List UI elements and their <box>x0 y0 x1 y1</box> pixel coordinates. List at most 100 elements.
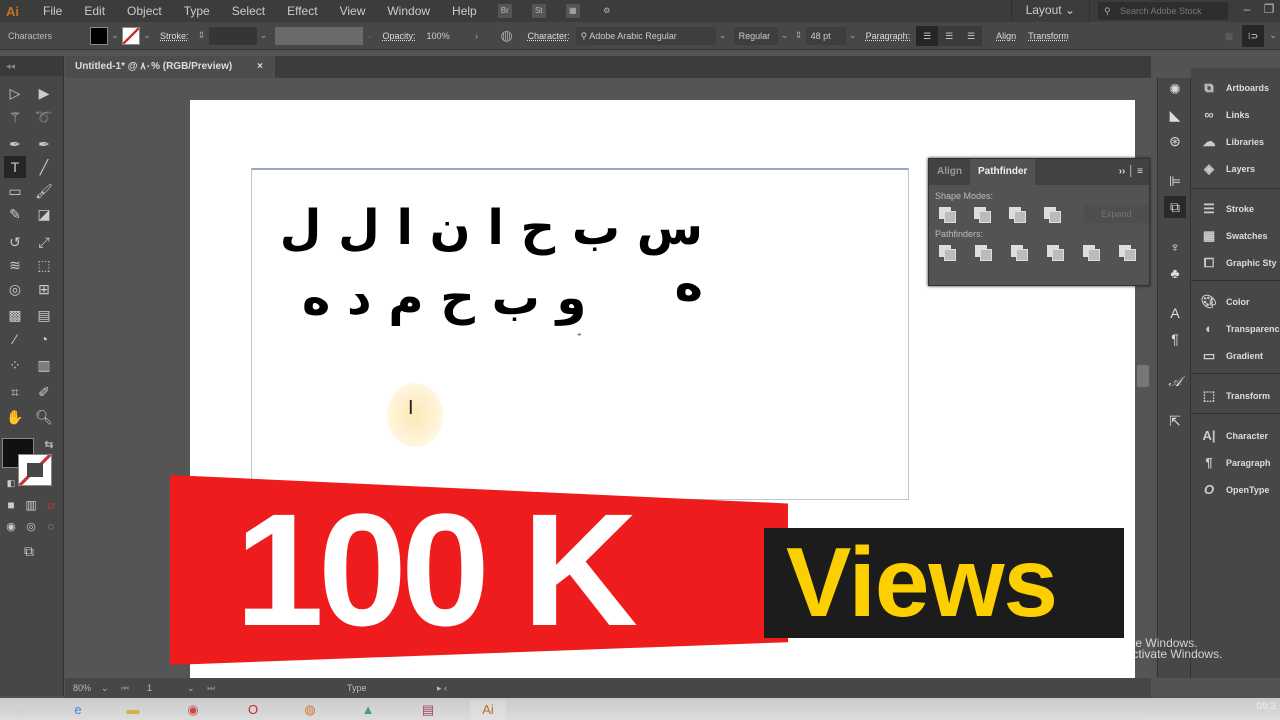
outline-icon[interactable] <box>1081 243 1103 261</box>
artboard-number[interactable]: 1 <box>147 683 187 693</box>
character-styles-icon[interactable]: A <box>1164 302 1186 324</box>
magic-wand-tool-icon[interactable]: ⚚ <box>4 106 26 128</box>
none-mode-icon[interactable]: ⧄ <box>40 494 62 516</box>
panel-swatches[interactable]: ▦ Swatches <box>1199 228 1268 244</box>
glyphs-icon[interactable]: 𝒜 <box>1164 370 1186 392</box>
chrome-icon[interactable]: ◉ <box>175 700 211 720</box>
symbols-icon[interactable]: ◣ <box>1164 104 1186 126</box>
menu-edit[interactable]: Edit <box>73 4 116 18</box>
tab-align[interactable]: Align <box>929 159 970 185</box>
trim-icon[interactable] <box>973 243 995 261</box>
winrar-icon[interactable]: ▤ <box>410 700 446 720</box>
panel-opentype[interactable]: O OpenType <box>1199 482 1269 497</box>
panel-graphic-styles[interactable]: ⧠ Graphic Sty <box>1199 255 1277 271</box>
shaper-tool-icon[interactable]: ✎ <box>4 203 26 225</box>
unite-icon[interactable] <box>937 205 958 223</box>
direct-selection-tool-icon[interactable]: ▶ <box>33 82 55 104</box>
eyedropper-tool-icon[interactable]: ⁄ <box>4 328 26 350</box>
puppet-icon[interactable]: ♆ <box>1164 236 1186 258</box>
current-tool-status[interactable]: Type <box>347 683 437 693</box>
first-artboard-button[interactable]: ⏮ <box>121 683 147 694</box>
gradient-mode-icon[interactable]: ▥ <box>20 494 42 516</box>
expand-button[interactable]: Expand <box>1083 205 1150 223</box>
firefox-icon[interactable]: ◍ <box>292 700 328 720</box>
panel-gradient[interactable]: ▭ Gradient <box>1199 348 1263 364</box>
restore-button[interactable]: ❐ <box>1258 2 1280 20</box>
transform-link[interactable]: Transform <box>1028 31 1069 41</box>
draw-behind-icon[interactable]: ◎ <box>20 516 42 538</box>
type-tool-icon[interactable]: T <box>4 156 26 178</box>
perspective-grid-tool-icon[interactable]: ⊞ <box>33 278 55 300</box>
opacity-label[interactable]: Opacity: <box>383 31 416 41</box>
opacity-arrow[interactable]: › <box>470 31 484 41</box>
minus-back-icon[interactable] <box>1117 243 1139 261</box>
artboard-tool-icon[interactable]: ⌗ <box>4 381 26 403</box>
control-panel-menu-icon[interactable]: ⁝⊃ <box>1242 24 1264 47</box>
brushes-icon[interactable]: ✺ <box>1164 78 1186 100</box>
minimize-button[interactable]: – <box>1236 2 1258 20</box>
panel-layers[interactable]: ◈ Layers <box>1199 161 1255 177</box>
stroke-swatch[interactable] <box>122 26 141 45</box>
document-tab[interactable]: Untitled-1* @ ٨٠% (RGB/Preview) × <box>65 56 275 78</box>
menu-object[interactable]: Object <box>116 4 173 18</box>
menu-file[interactable]: File <box>32 4 73 18</box>
close-tab-icon[interactable]: × <box>257 56 263 78</box>
menu-select[interactable]: Select <box>221 4 276 18</box>
curvature-tool-icon[interactable]: ✒ <box>33 133 55 155</box>
paintbrush-tool-icon[interactable]: 🖌 <box>33 180 55 202</box>
intersect-icon[interactable] <box>1007 205 1028 223</box>
stroke-color-box[interactable] <box>18 454 52 486</box>
arabic-text-line-2[interactable]: و ب ح م د ه <box>302 270 586 326</box>
panel-character[interactable]: A| Character <box>1199 428 1268 443</box>
lasso-tool-icon[interactable]: ➰ <box>33 106 55 128</box>
menu-view[interactable]: View <box>329 4 377 18</box>
appearance-icon[interactable]: ⊛ <box>1164 130 1186 152</box>
draw-inside-icon[interactable]: ◌ <box>40 516 62 538</box>
workspace-switcher[interactable]: Layout ⌄ <box>1010 0 1090 22</box>
crop-icon[interactable] <box>1045 243 1067 261</box>
font-style-select[interactable]: Regular <box>733 26 778 45</box>
align-panel-icon[interactable]: ⊫ <box>1164 170 1186 192</box>
symbol-sprayer-tool-icon[interactable]: ⁘ <box>4 354 26 376</box>
align-right-button[interactable]: ☰ <box>960 25 983 46</box>
font-family-input[interactable]: ⚲ Adobe Arabic Regular <box>575 26 716 45</box>
text-overflow-icon[interactable]: ⌖ <box>577 330 582 340</box>
panel-artboards[interactable]: ⧉ Artboards <box>1199 80 1269 96</box>
font-style-dropdown[interactable]: ⌄ <box>778 30 792 41</box>
app-icon[interactable]: ▲ <box>350 700 386 720</box>
mesh-tool-icon[interactable]: ▩ <box>4 304 26 326</box>
panel-transform[interactable]: ⬚ Transform <box>1199 388 1270 404</box>
start-button-icon[interactable]: ⊛ <box>2 700 38 720</box>
zoom-level[interactable]: 80% <box>73 683 101 693</box>
panel-paragraph[interactable]: ¶ Paragraph <box>1199 455 1270 470</box>
default-fill-stroke-icon[interactable]: ◧ <box>0 472 22 494</box>
menu-type[interactable]: Type <box>173 4 221 18</box>
panel-links[interactable]: ∞ Links <box>1199 107 1249 122</box>
stroke-swatch-dropdown[interactable]: ⌄ <box>140 30 154 41</box>
font-size-input[interactable]: 48 pt <box>805 26 846 45</box>
zoom-tool-icon[interactable]: 🔍︎ <box>33 406 55 428</box>
column-graph-tool-icon[interactable]: ▥ <box>33 354 55 376</box>
rotate-tool-icon[interactable]: ↺ <box>4 231 26 253</box>
menu-window[interactable]: Window <box>376 4 441 18</box>
fill-swatch[interactable] <box>90 26 109 45</box>
align-left-button[interactable]: ☰ <box>916 25 939 46</box>
tools-panel-header[interactable]: ◂◂ <box>0 56 63 76</box>
swap-fill-stroke-icon[interactable]: ⇆ <box>38 434 60 456</box>
tab-pathfinder[interactable]: Pathfinder <box>970 159 1036 185</box>
vertical-scrollbar-thumb[interactable] <box>1137 365 1149 387</box>
panel-options-icon[interactable]: ›› │ ≡ <box>1119 159 1149 185</box>
panel-transparency[interactable]: ◐ Transparenc <box>1199 321 1279 336</box>
illustrator-taskbar-icon[interactable]: Ai <box>470 700 506 720</box>
color-mode-icon[interactable]: ■ <box>0 494 22 516</box>
fill-dropdown[interactable]: ⌄ <box>108 30 122 41</box>
merge-icon[interactable] <box>1009 243 1031 261</box>
panel-stroke[interactable]: ☰ Stroke <box>1199 201 1254 217</box>
stroke-weight-dropdown[interactable]: ⌄ <box>257 30 271 41</box>
pathfinder-panel-icon[interactable]: ⧉ <box>1164 196 1186 218</box>
stroke-weight-input[interactable] <box>208 26 257 45</box>
line-tool-icon[interactable]: ╱ <box>33 156 55 178</box>
opacity-input[interactable]: 100% <box>421 26 460 45</box>
eraser-tool-icon[interactable]: ◪ <box>33 203 55 225</box>
exclude-icon[interactable] <box>1042 205 1063 223</box>
